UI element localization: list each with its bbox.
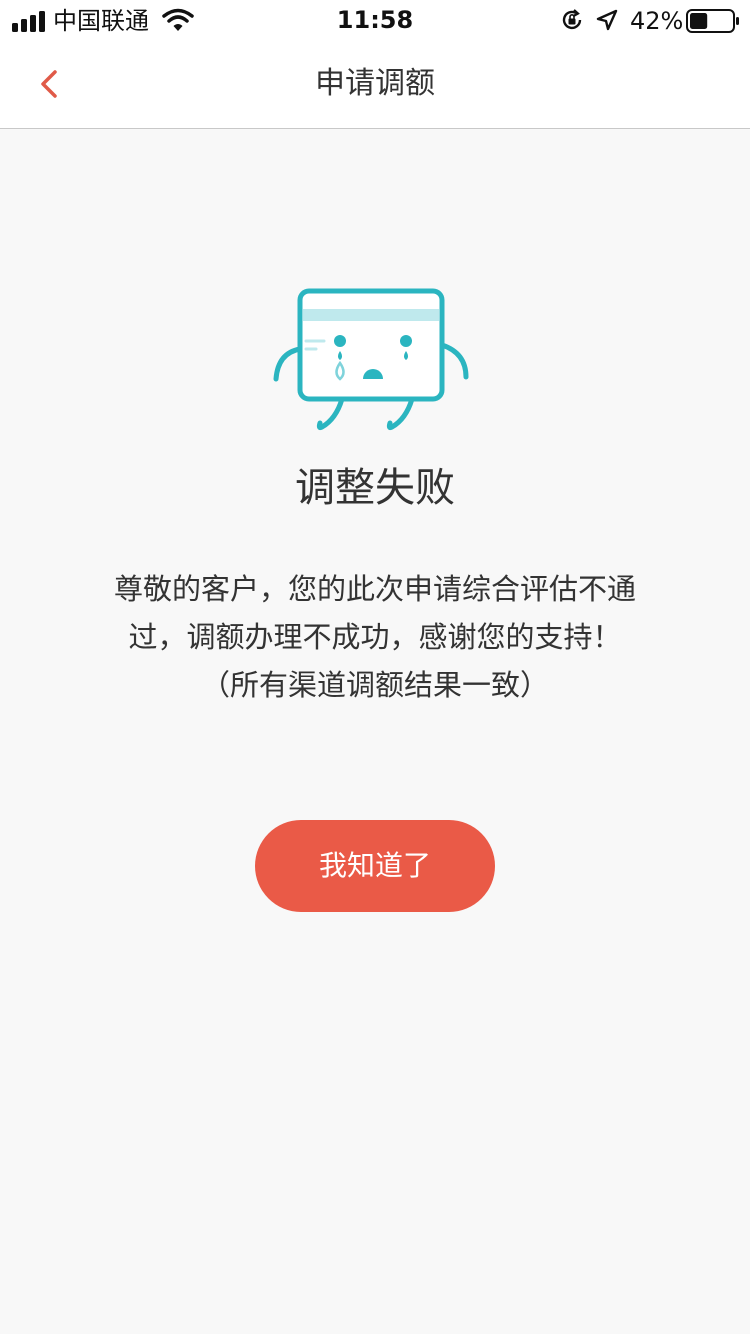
page-title: 申请调额 [315, 66, 435, 101]
crying-card-illustration [273, 288, 469, 430]
status-bar: 中国联通 11:58 42% [0, 0, 750, 40]
message-line: 尊敬的客户，您的此次申请综合评估不通 [113, 572, 636, 606]
rotation-lock-icon [562, 9, 582, 30]
result-title: 调整失败 [295, 465, 455, 511]
battery-icon [686, 9, 739, 33]
navigation-bar: 申请调额 [0, 40, 750, 129]
confirm-button[interactable]: 我知道了 [255, 820, 495, 912]
location-icon [596, 9, 618, 31]
result-message: 尊敬的客户，您的此次申请综合评估不通 过，调额办理不成功，感谢您的支持！ （所有… [75, 565, 675, 709]
message-line: （所有渠道调额结果一致） [200, 668, 549, 702]
battery-percent: 42% [630, 7, 684, 35]
message-line: 过，调额办理不成功，感谢您的支持！ [128, 620, 622, 654]
